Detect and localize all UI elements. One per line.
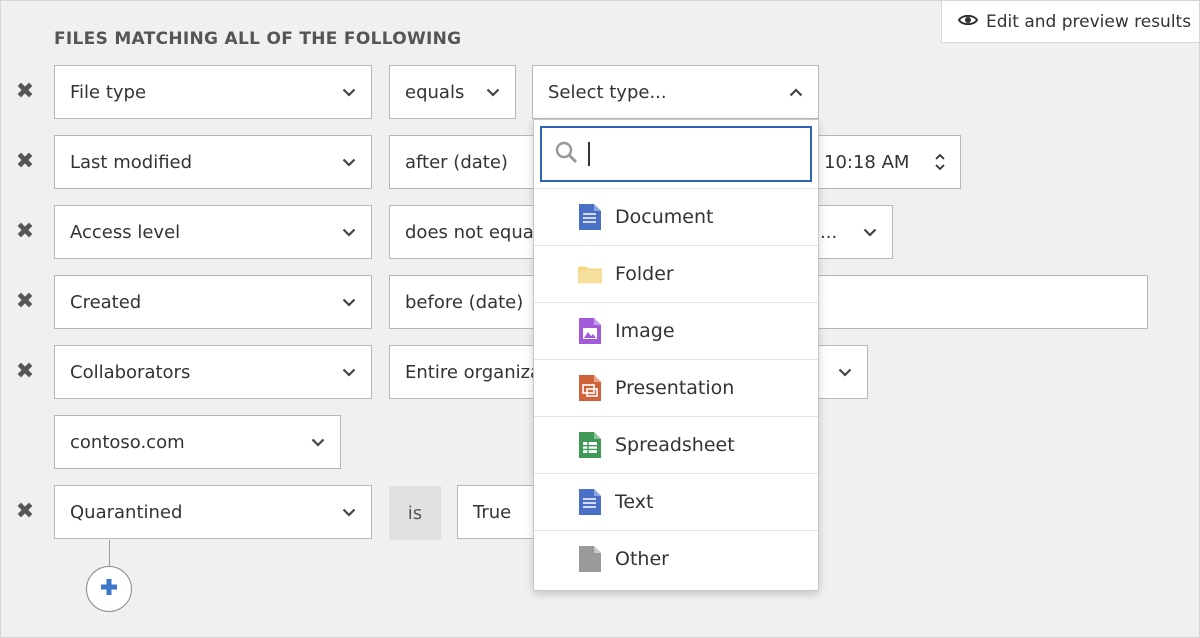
remove-condition-button[interactable]: ✖	[15, 499, 35, 524]
time-input[interactable]: 10:18 AM	[811, 135, 961, 189]
operator-select-label: after (date)	[405, 151, 508, 173]
field-select-label: Quarantined	[70, 501, 183, 523]
type-value-select[interactable]: Select type...	[532, 65, 819, 119]
chevron-down-icon	[862, 224, 878, 240]
text-icon	[578, 489, 602, 515]
field-select[interactable]: Collaborators	[54, 345, 372, 399]
chevron-down-icon	[485, 84, 501, 100]
option-label: Folder	[615, 263, 674, 285]
chevron-down-icon	[341, 364, 357, 380]
access-value-label: ...	[820, 221, 838, 243]
field-select[interactable]: Quarantined	[54, 485, 372, 539]
field-select-label: Collaborators	[70, 361, 191, 383]
plus-icon	[99, 577, 119, 601]
field-select-label: Last modified	[70, 151, 193, 173]
remove-condition-button[interactable]: ✖	[15, 219, 35, 244]
image-icon	[578, 318, 602, 344]
tree-connector-line	[109, 540, 110, 566]
type-dropdown-list: Document Folder Image Presentation Sprea…	[533, 119, 819, 591]
operator-select[interactable]: Entire organiza	[389, 345, 549, 399]
field-select-label: Created	[70, 291, 142, 313]
date-input[interactable]	[801, 275, 1148, 329]
operator-select[interactable]: does not equal	[389, 205, 549, 259]
option-label: Text	[615, 491, 654, 513]
option-text[interactable]: Text	[534, 473, 818, 530]
chevron-down-icon	[310, 434, 326, 450]
operator-select-label: equals	[405, 81, 465, 103]
option-document[interactable]: Document	[534, 188, 818, 245]
operator-select-label: Entire organiza	[405, 361, 534, 383]
operator-select[interactable]: after (date)	[389, 135, 549, 189]
domain-select[interactable]: contoso.com	[54, 415, 341, 469]
add-condition-button[interactable]	[86, 566, 132, 612]
type-value-select-label: Select type...	[548, 81, 667, 103]
option-spreadsheet[interactable]: Spreadsheet	[534, 416, 818, 473]
chevron-down-icon	[341, 294, 357, 310]
operator-select[interactable]: equals	[389, 65, 516, 119]
field-select[interactable]: Access level	[54, 205, 372, 259]
option-label: Other	[615, 548, 669, 570]
chevron-up-icon	[788, 84, 804, 100]
field-select[interactable]: File type	[54, 65, 372, 119]
boolean-value-label: True	[473, 501, 512, 523]
option-other[interactable]: Other	[534, 530, 818, 587]
option-label: Spreadsheet	[615, 434, 735, 456]
section-heading: FILES MATCHING ALL OF THE FOLLOWING	[54, 29, 462, 49]
eye-icon	[957, 12, 979, 32]
folder-icon	[578, 262, 602, 286]
option-label: Document	[615, 206, 714, 228]
remove-condition-button[interactable]: ✖	[15, 79, 35, 104]
stepper-down-icon	[935, 164, 945, 171]
chevron-down-icon	[837, 364, 853, 380]
option-label: Image	[615, 320, 675, 342]
option-presentation[interactable]: Presentation	[534, 359, 818, 416]
chevron-down-icon	[341, 224, 357, 240]
search-icon	[554, 140, 578, 168]
chevron-down-icon	[341, 84, 357, 100]
option-image[interactable]: Image	[534, 302, 818, 359]
stepper-up-icon	[935, 153, 945, 160]
field-select-label: Access level	[70, 221, 181, 243]
operator-select-label: before (date)	[405, 291, 524, 313]
other-file-icon	[578, 546, 602, 572]
operator-select[interactable]: before (date)	[389, 275, 549, 329]
rule-builder-panel: FILES MATCHING ALL OF THE FOLLOWING Edit…	[0, 0, 1200, 638]
type-search-input[interactable]	[540, 126, 812, 182]
document-icon	[578, 204, 602, 230]
text-cursor	[588, 142, 590, 166]
field-select-label: File type	[70, 81, 147, 103]
remove-condition-button[interactable]: ✖	[15, 289, 35, 314]
chevron-down-icon	[341, 504, 357, 520]
field-select[interactable]: Created	[54, 275, 372, 329]
operator-select-label: does not equal	[405, 221, 534, 243]
option-folder[interactable]: Folder	[534, 245, 818, 302]
edit-preview-button[interactable]: Edit and preview results	[941, 1, 1199, 43]
remove-condition-button[interactable]: ✖	[15, 149, 35, 174]
remove-condition-button[interactable]: ✖	[15, 359, 35, 384]
spreadsheet-icon	[578, 432, 602, 458]
time-stepper[interactable]	[935, 153, 945, 171]
time-value: 10:18 AM	[824, 151, 910, 173]
operator-is-label: is	[389, 486, 441, 540]
domain-select-label: contoso.com	[70, 431, 185, 453]
field-select[interactable]: Last modified	[54, 135, 372, 189]
edit-preview-label: Edit and preview results	[986, 11, 1192, 32]
chevron-down-icon	[341, 154, 357, 170]
option-label: Presentation	[615, 377, 735, 399]
presentation-icon	[578, 375, 602, 401]
